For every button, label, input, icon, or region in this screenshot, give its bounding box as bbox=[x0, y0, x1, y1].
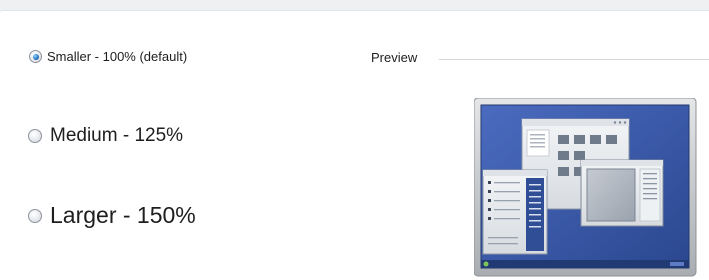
radio-unselected-icon[interactable] bbox=[28, 208, 42, 223]
radio-dot bbox=[32, 53, 39, 60]
dpi-settings-panel: Smaller - 100% (default) Medium - 125% L… bbox=[0, 10, 709, 280]
option-label-medium: Medium - 125% bbox=[50, 125, 184, 146]
preview-group-divider bbox=[439, 59, 709, 60]
option-label-smaller: Smaller - 100% (default) bbox=[47, 49, 188, 64]
radio-smaller-100[interactable]: Smaller - 100% (default) bbox=[29, 49, 187, 64]
preview-group-title: Preview bbox=[371, 50, 418, 65]
radio-larger-150[interactable]: Larger - 150% bbox=[28, 202, 196, 229]
desktop-preview-icon bbox=[474, 98, 697, 277]
radio-medium-125[interactable]: Medium - 125% bbox=[28, 125, 183, 147]
radio-selected-icon[interactable] bbox=[29, 50, 42, 63]
option-label-larger: Larger - 150% bbox=[50, 202, 196, 228]
radio-unselected-icon[interactable] bbox=[28, 129, 42, 143]
